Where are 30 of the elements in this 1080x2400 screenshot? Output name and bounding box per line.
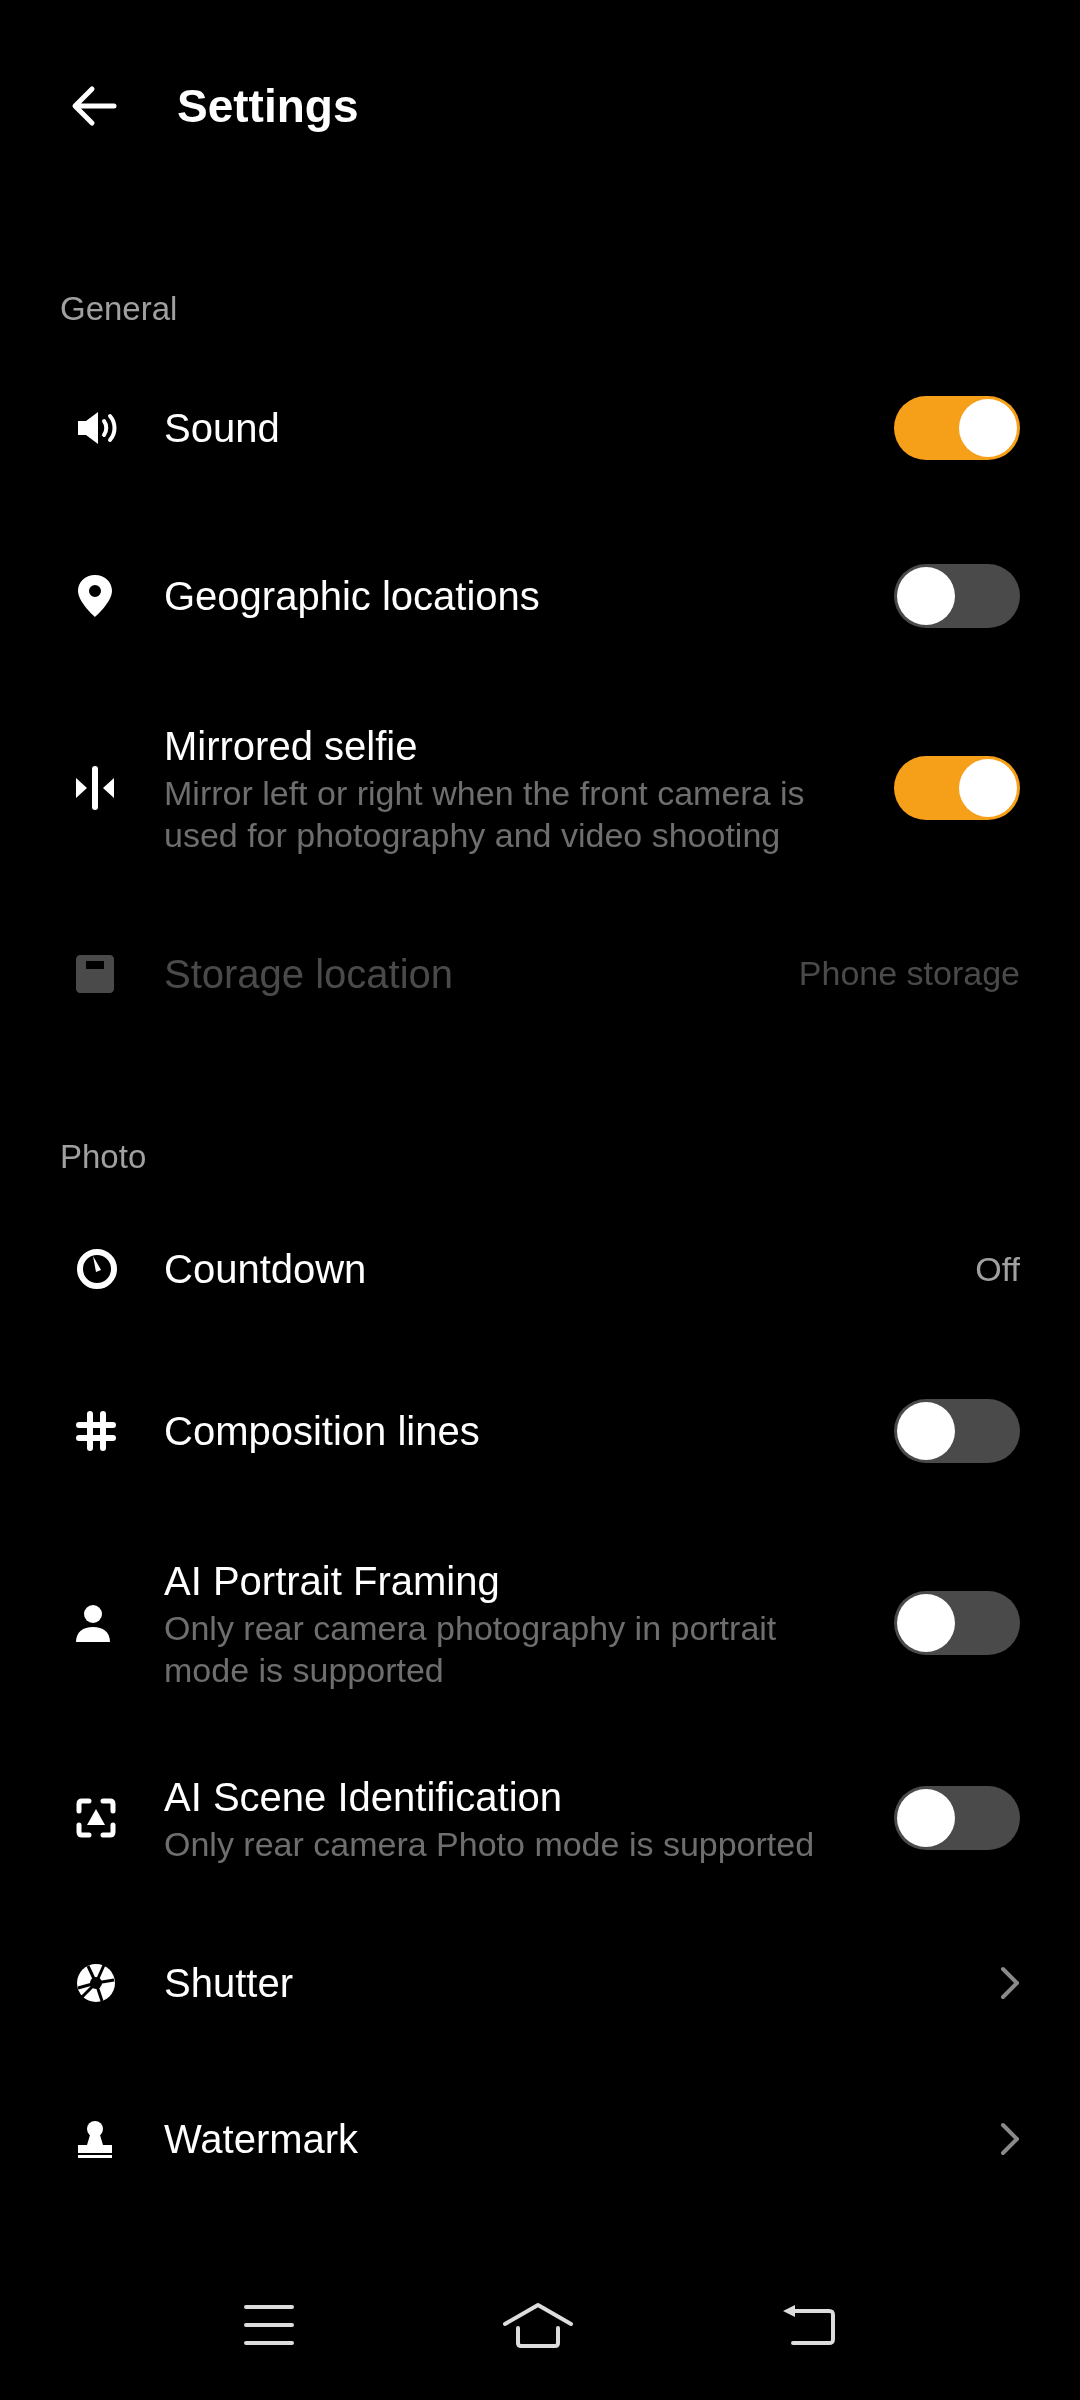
setting-label[interactable]: AI Portrait Framing bbox=[164, 1555, 864, 1607]
aperture-icon bbox=[76, 1963, 116, 2003]
menu-icon[interactable] bbox=[243, 2304, 296, 2346]
section-header: Photo bbox=[60, 1137, 147, 1175]
setting-label[interactable]: Watermark bbox=[164, 2113, 970, 2165]
section-header: General bbox=[60, 290, 178, 327]
setting-label[interactable]: Countdown bbox=[164, 1243, 946, 1295]
setting-label[interactable]: Shutter bbox=[164, 1957, 970, 2009]
setting-label[interactable]: Geographic locations bbox=[164, 569, 864, 622]
page-title: Settings bbox=[177, 78, 359, 134]
back-arrow-icon bbox=[70, 84, 118, 128]
mirror-icon bbox=[76, 765, 114, 810]
setting-label[interactable]: AI Scene Identification bbox=[164, 1771, 864, 1823]
setting-label[interactable]: Sound bbox=[164, 401, 864, 454]
home-icon[interactable] bbox=[502, 2302, 574, 2348]
setting-label[interactable]: Composition lines bbox=[164, 1405, 864, 1457]
setting-label[interactable]: Mirrored selfie bbox=[164, 719, 864, 772]
grid-icon bbox=[76, 1411, 116, 1451]
setting-value: Phone storage bbox=[798, 953, 1020, 994]
stamp-icon bbox=[76, 2119, 114, 2159]
chevron-right-icon bbox=[1000, 1966, 1020, 2000]
location-pin-icon bbox=[76, 572, 114, 619]
setting-description: Mirror left or right when the front camera is used for photography and video shooting bbox=[164, 772, 806, 856]
setting-value: Off bbox=[975, 1248, 1020, 1290]
setting-description: Only rear camera photography in portrait mode is supported bbox=[164, 1608, 778, 1691]
timer-icon bbox=[76, 1248, 118, 1290]
setting-description: Only rear camera Photo mode is supported bbox=[164, 1824, 816, 1865]
person-icon bbox=[76, 1604, 110, 1642]
scan-frame-icon bbox=[76, 1798, 116, 1838]
chevron-right-icon bbox=[1000, 2122, 1020, 2156]
